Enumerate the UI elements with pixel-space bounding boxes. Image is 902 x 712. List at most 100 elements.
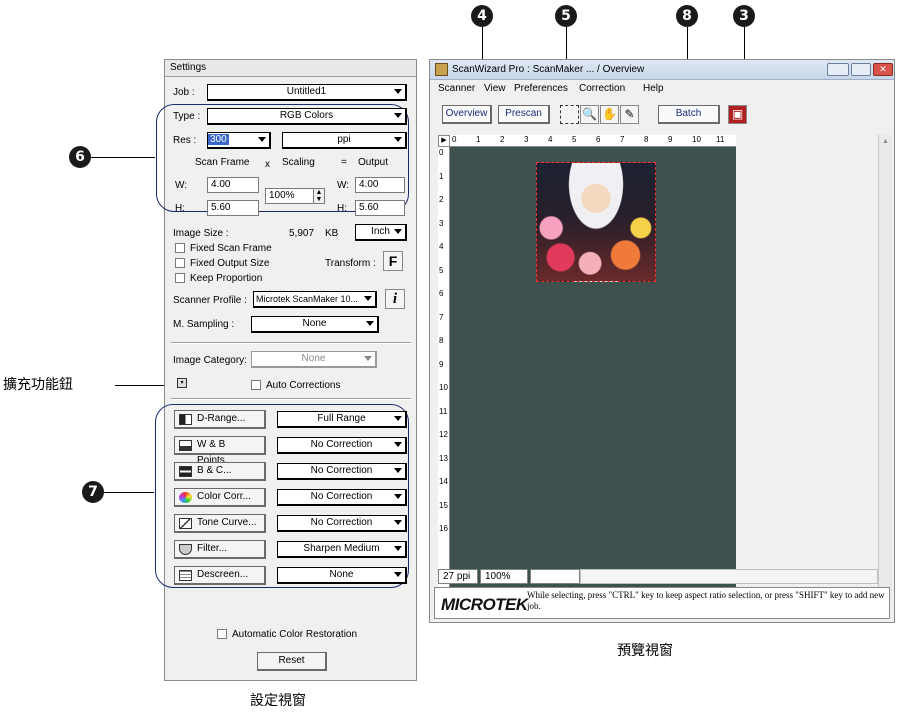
scroll-up-icon[interactable]: ▲	[882, 138, 889, 145]
ruler-v-tick: 3	[439, 218, 444, 228]
ruler-h-tick: 5	[572, 135, 577, 144]
image-size-label: Image Size :	[173, 228, 229, 239]
chevron-down-icon	[394, 229, 402, 234]
chevron-down-icon	[258, 137, 266, 142]
chevron-down-icon	[366, 321, 374, 326]
output-height-field[interactable]: 5.60	[355, 200, 405, 216]
bc-icon	[179, 466, 192, 477]
auto-color-restoration-checkbox[interactable]	[217, 629, 227, 639]
chevron-down-icon	[364, 356, 372, 361]
filter-button[interactable]: Filter...	[174, 540, 266, 559]
output-width-field[interactable]: 4.00	[355, 177, 405, 193]
scan-h-label: H:	[175, 203, 185, 214]
m-sampling-label: M. Sampling :	[173, 319, 235, 330]
scan-width-field[interactable]: 4.00	[207, 177, 259, 193]
horizontal-scrollbar[interactable]	[580, 569, 878, 584]
tone-curve-button[interactable]: Tone Curve...	[174, 514, 266, 533]
ruler-v-tick: 10	[439, 383, 448, 392]
m-sampling-select[interactable]: None	[251, 316, 379, 333]
scan-w-label: W:	[175, 180, 188, 191]
settings-caption: 設定視窗	[250, 693, 306, 709]
hand-icon[interactable]: ✋	[600, 105, 619, 124]
tone-curve-select[interactable]: No Correction	[277, 515, 407, 532]
ruler-v-tick: 8	[439, 336, 444, 345]
close-button[interactable]: ✕	[873, 63, 893, 76]
scanner-profile-label: Scanner Profile :	[173, 295, 247, 306]
res-unit-select[interactable]: ppi	[282, 132, 407, 149]
color-corr-button[interactable]: Color Corr...	[174, 488, 266, 507]
maximize-button[interactable]	[851, 63, 871, 76]
descreen-button[interactable]: Descreen...	[174, 566, 266, 585]
wb-points-button[interactable]: W & B Points...	[174, 436, 266, 466]
d-range-select[interactable]: Full Range	[277, 411, 407, 428]
bc-select[interactable]: No Correction	[277, 463, 407, 480]
job-select[interactable]: Untitled1	[207, 84, 407, 101]
reset-button[interactable]: Reset	[257, 652, 327, 671]
output-label: Output	[358, 157, 389, 168]
preview-canvas[interactable]	[450, 147, 736, 602]
microtek-logo: MICROTEK	[441, 595, 528, 614]
image-category-label: Image Category:	[173, 355, 247, 366]
ruler-v-tick: 16	[439, 524, 448, 533]
menu-scanner[interactable]: Scanner	[438, 83, 475, 94]
fixed-output-size-label: Fixed Output Size	[190, 258, 270, 269]
filter-select[interactable]: Sharpen Medium	[277, 541, 407, 558]
ruler-h-tick: 1	[476, 135, 481, 144]
scanner-profile-select[interactable]: Microtek ScanMaker 10...	[253, 291, 377, 308]
scanned-image[interactable]	[536, 162, 656, 282]
eyedropper-icon[interactable]: ✎	[620, 105, 639, 124]
play-icon[interactable]: ▶	[438, 135, 450, 147]
select-frame-icon[interactable]	[560, 105, 579, 124]
bc-button[interactable]: B & C...	[174, 462, 266, 481]
transform-icon[interactable]: F	[383, 251, 403, 271]
menu-correction[interactable]: Correction	[579, 83, 625, 94]
scaling-stepper[interactable]: ▲ ▼	[313, 188, 325, 204]
wb-points-select[interactable]: No Correction	[277, 437, 407, 454]
batch-button[interactable]: Batch	[658, 105, 720, 124]
hint-text: While selecting, press "CTRL" key to kee…	[527, 590, 885, 611]
type-select[interactable]: RGB Colors	[207, 108, 407, 125]
scaling-label: Scaling	[282, 157, 315, 168]
wb-points-icon	[179, 440, 192, 451]
fixed-scan-frame-checkbox[interactable]	[175, 243, 185, 253]
chevron-down-icon	[394, 89, 402, 94]
settings-title: Settings	[165, 60, 416, 77]
scaling-field[interactable]: 100%	[265, 188, 315, 204]
preview-title: ScanWizard Pro : ScanMaker ... / Overvie…	[452, 64, 645, 75]
expand-button[interactable]: ▾	[177, 378, 187, 388]
scan-frame-label: Scan Frame	[195, 157, 250, 168]
descreen-icon	[179, 570, 192, 581]
d-range-button[interactable]: D-Range...	[174, 410, 266, 429]
auto-corrections-checkbox[interactable]	[251, 380, 261, 390]
color-corr-select[interactable]: No Correction	[277, 489, 407, 506]
ruler-v-tick: 12	[439, 430, 448, 439]
scan-height-field[interactable]: 5.60	[207, 200, 259, 216]
keep-proportion-checkbox[interactable]	[175, 273, 185, 283]
zoom-readout: 100%	[480, 569, 528, 584]
app-icon	[435, 63, 448, 76]
descreen-select[interactable]: None	[277, 567, 407, 584]
res-select[interactable]: 300	[207, 132, 271, 149]
menu-help[interactable]: Help	[643, 83, 664, 94]
scan-button-icon[interactable]: ▣	[728, 105, 747, 124]
image-category-select[interactable]: None	[251, 351, 377, 368]
expand-button-label: 擴充功能鈕	[3, 377, 73, 393]
callout-4: 4	[471, 5, 493, 27]
minimize-button[interactable]	[827, 63, 849, 76]
ruler-v-tick: 1	[439, 171, 444, 181]
menu-preferences[interactable]: Preferences	[514, 83, 568, 94]
vertical-scrollbar[interactable]: ▲ ▼	[878, 135, 892, 602]
ruler-v-tick: 2	[439, 195, 444, 204]
info-icon[interactable]: i	[385, 289, 405, 309]
menu-view[interactable]: View	[484, 83, 506, 94]
image-size-unit: KB	[325, 228, 339, 239]
ruler-v-tick: 15	[439, 500, 448, 510]
ruler-h-tick: 6	[596, 135, 601, 144]
overview-button[interactable]: Overview	[442, 105, 492, 124]
prescan-button[interactable]: Prescan	[498, 105, 550, 124]
fixed-output-size-checkbox[interactable]	[175, 258, 185, 268]
magnifier-icon[interactable]: 🔍	[580, 105, 599, 124]
unit-select[interactable]: Inch	[355, 224, 407, 241]
preview-caption: 預覽視窗	[617, 643, 673, 659]
preview-window: ScanWizard Pro : ScanMaker ... / Overvie…	[429, 59, 895, 623]
